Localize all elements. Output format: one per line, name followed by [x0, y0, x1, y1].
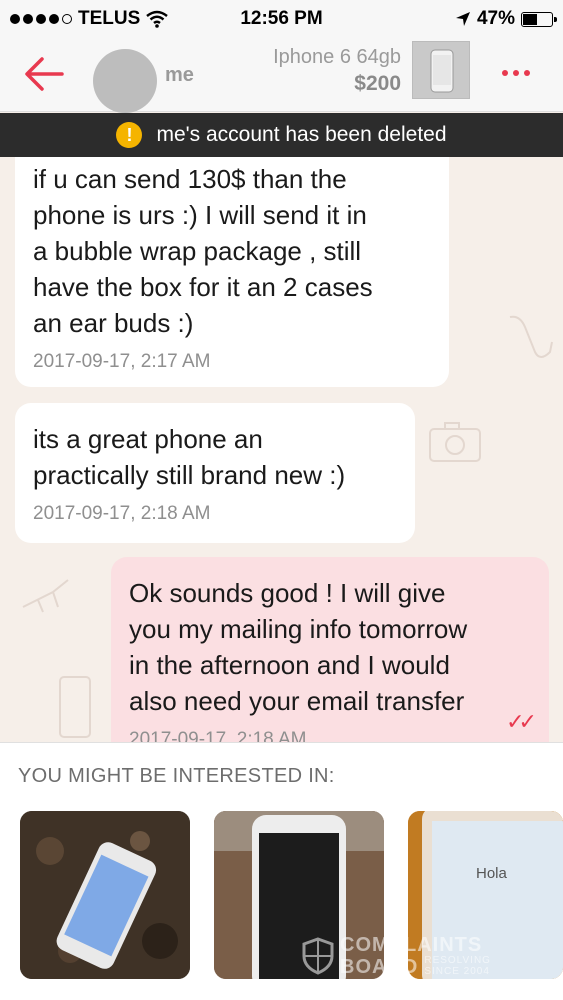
suggestions-title: YOU MIGHT BE INTERESTED IN: — [18, 765, 335, 787]
message-incoming[interactable]: if u can send 130$ than the phone is urs… — [15, 157, 449, 387]
banner-text: me's account has been deleted — [156, 123, 447, 146]
location-arrow-icon — [455, 12, 470, 26]
back-arrow-icon[interactable] — [22, 52, 66, 96]
status-right: 47% — [455, 8, 557, 30]
suggested-item-photo — [20, 811, 190, 979]
shield-icon — [302, 937, 334, 975]
message-text: its a great phone an practically still b… — [33, 424, 346, 490]
watermark-logo: COMPLAINTS BOARD RESOLVING SINCE 2004 — [302, 935, 491, 977]
item-title[interactable]: Iphone 6 64gb — [273, 46, 401, 69]
item-price: $200 — [354, 72, 401, 95]
watermark-line1: COMPLAINTS — [340, 934, 483, 956]
battery-icon — [521, 11, 557, 27]
saxophone-doodle-icon — [509, 315, 553, 358]
status-bar: TELUS 12:56 PM 47% — [0, 0, 563, 38]
message-incoming[interactable]: its a great phone an practically still b… — [15, 403, 415, 543]
message-outgoing[interactable]: Ok sounds good ! I will give you my mail… — [111, 557, 549, 742]
suggestions-panel: YOU MIGHT BE INTERESTED IN: Hola COMPLAI… — [0, 742, 563, 1000]
phone-doodle-icon — [59, 676, 91, 738]
watermark-line3: RESOLVING — [424, 955, 491, 966]
suggested-item-card[interactable] — [20, 811, 190, 979]
watermark-line2: BOARD — [340, 956, 419, 978]
conversation-header: me Iphone 6 64gb $200 — [0, 38, 563, 113]
message-timestamp: 2017-09-17, 2:18 AM — [129, 729, 307, 742]
avatar[interactable] — [93, 49, 157, 113]
suggested-item-screen-text: Hola — [476, 865, 507, 882]
warning-icon: ! — [116, 122, 143, 148]
trumpet-doodle-icon — [22, 579, 69, 613]
battery-percent: 47% — [476, 8, 515, 29]
read-receipt-icon: ✓✓ — [506, 709, 537, 734]
username[interactable]: me — [165, 64, 194, 87]
item-thumbnail[interactable] — [412, 41, 470, 99]
message-text: if u can send 130$ than the phone is urs… — [33, 164, 373, 338]
watermark-line4: SINCE 2004 — [424, 966, 490, 977]
message-text: Ok sounds good ! I will give you my mail… — [129, 578, 468, 716]
chat-area[interactable]: if u can send 130$ than the phone is urs… — [0, 157, 563, 742]
camera-doodle-icon — [429, 422, 481, 462]
account-deleted-banner: ! me's account has been deleted — [0, 113, 563, 157]
message-timestamp: 2017-09-17, 2:18 AM — [33, 503, 211, 524]
message-timestamp: 2017-09-17, 2:17 AM — [33, 351, 211, 372]
more-dots-icon[interactable] — [496, 58, 536, 88]
